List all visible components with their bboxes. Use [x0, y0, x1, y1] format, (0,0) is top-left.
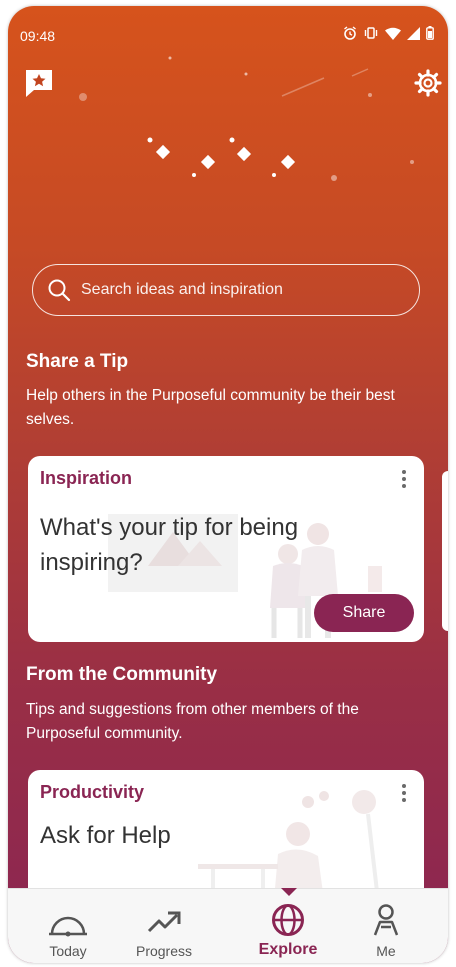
today-gauge-icon	[49, 916, 87, 937]
progress-arrow-icon	[147, 911, 181, 933]
card-category: Productivity	[40, 782, 145, 802]
search-bar[interactable]	[32, 264, 420, 316]
battery-icon	[426, 26, 434, 40]
nav-label: Today	[49, 943, 87, 959]
next-card-peek[interactable]	[442, 471, 448, 631]
community-description: Tips and suggestions from other members …	[26, 701, 359, 742]
tip-card[interactable]: Inspiration What's your tip for being in…	[28, 456, 424, 642]
alarm-icon	[344, 26, 356, 40]
search-icon	[48, 279, 71, 302]
nav-label: Me	[376, 943, 396, 959]
nav-item-explore[interactable]: Explore	[244, 889, 332, 963]
search-input[interactable]	[79, 280, 403, 300]
explore-globe-icon	[272, 904, 304, 936]
nav-label: Explore	[258, 941, 318, 958]
share-tip-description: Help others in the Purposeful community …	[26, 387, 395, 428]
signal-icon	[407, 26, 420, 40]
community-card-text: Ask for Help	[40, 822, 171, 849]
tip-prompt: What's your tip for being inspiring?	[40, 514, 299, 576]
nav-item-progress[interactable]: Progress	[120, 889, 208, 963]
nav-label: Progress	[135, 943, 193, 959]
status-bar: 09:48	[8, 6, 448, 50]
community-card[interactable]: Productivity Ask for Help	[28, 770, 424, 900]
nav-item-today[interactable]: Today	[24, 889, 112, 963]
bottom-nav: Today Progress Explore Me	[8, 888, 448, 963]
card-category: Inspiration	[40, 468, 133, 488]
status-time: 09:48	[20, 28, 56, 44]
app-screen: 09:48 Search ideas and inspiration Share…	[8, 6, 448, 963]
gear-icon[interactable]	[414, 69, 442, 97]
share-tip-title: Share a Tip	[26, 351, 129, 372]
vibrate-icon	[364, 27, 378, 39]
wifi-icon	[385, 27, 401, 40]
card-more-icon[interactable]	[400, 470, 408, 492]
person-icon	[373, 904, 399, 936]
card-more-icon[interactable]	[400, 784, 408, 806]
active-tab-indicator	[281, 888, 297, 896]
share-button[interactable]: Share	[314, 594, 414, 632]
community-title: From the Community	[26, 664, 218, 685]
starred-message-icon[interactable]	[24, 68, 54, 98]
status-icons	[343, 26, 434, 40]
decorative-stars	[79, 56, 414, 181]
nav-item-me[interactable]: Me	[342, 889, 430, 963]
